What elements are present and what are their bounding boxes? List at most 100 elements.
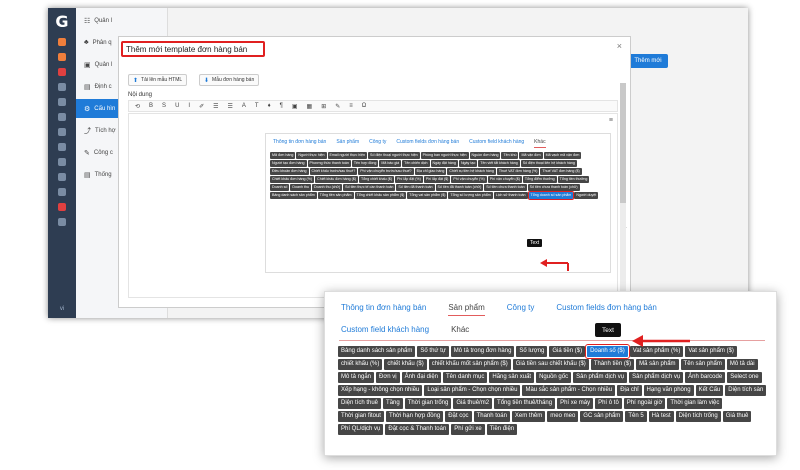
field-tag[interactable]: Sản phẩm dịch vụ <box>573 372 628 383</box>
toolbar-button[interactable]: I <box>188 103 190 109</box>
field-tag[interactable]: Thời hạn hợp đồng <box>385 411 444 422</box>
scrollbar[interactable] <box>620 83 626 299</box>
upload-html-button[interactable]: ⬆ Tải lên mẫu HTML <box>128 74 188 86</box>
field-tag[interactable]: Chiết khấu đơn hàng ($) <box>315 176 359 183</box>
toolbar-button[interactable]: ♦ <box>268 103 271 109</box>
field-tag[interactable]: Mã sản phẩm <box>636 359 679 370</box>
toolbar-button[interactable]: ✎ <box>335 103 340 110</box>
sample-template-button[interactable]: ⬇ Mẫu đơn hàng bán <box>199 74 260 86</box>
field-tag[interactable]: Tổng chiết khấu sản phẩm ($) <box>354 192 407 199</box>
field-tag[interactable]: Tổng chiết khấu ($) <box>359 176 395 183</box>
field-tag[interactable]: Doanh thu (chữ) <box>311 184 343 191</box>
toolbar-button[interactable]: ✐ <box>199 103 204 110</box>
popup-tab[interactable]: Công ty <box>369 139 386 148</box>
field-tag[interactable]: Địa chỉ <box>617 385 642 396</box>
rail-icon[interactable] <box>58 53 66 61</box>
popup-tab[interactable]: Thông tin đơn hàng bán <box>273 139 326 148</box>
field-tag[interactable]: Đặt cọc & Thanh toán <box>385 424 450 435</box>
field-tag[interactable]: Phí gửi xe <box>451 424 485 435</box>
field-tag[interactable]: Giá tiền ($) <box>549 346 586 357</box>
toolbar-button[interactable]: ▦ <box>307 103 313 110</box>
field-tag[interactable]: Doanh số <box>270 184 290 191</box>
field-tag[interactable]: Mã đơn hàng <box>270 152 296 159</box>
rail-icon[interactable] <box>58 38 66 46</box>
field-tag[interactable]: Ngày tạo <box>458 160 478 167</box>
rail-icon[interactable] <box>58 173 66 181</box>
toolbar-button[interactable]: T <box>255 103 259 109</box>
field-tag[interactable]: Tên 5 <box>625 411 647 422</box>
field-tag[interactable]: Đơn vị <box>376 372 400 383</box>
field-tag[interactable]: Số tiền đã thanh toán (chữ) <box>435 184 484 191</box>
rail-icon[interactable] <box>58 98 66 106</box>
field-tag[interactable]: Vat sản phẩm ($) <box>685 346 737 357</box>
rail-icon[interactable] <box>58 188 66 196</box>
field-tag[interactable]: Thời gian làm việc <box>667 398 723 409</box>
field-tag[interactable]: Số tiền đã thanh toán <box>396 184 435 191</box>
field-tag[interactable]: Tên sản phẩm <box>680 359 725 370</box>
field-tag[interactable]: Người tạo đơn hàng <box>270 160 307 167</box>
field-tag[interactable]: Số lượng <box>516 346 548 357</box>
field-tag[interactable]: Màu sắc sản phẩm - Chọn nhiều <box>522 385 616 396</box>
field-tag[interactable]: Người duyệt <box>574 192 599 199</box>
rail-icon[interactable] <box>58 203 66 211</box>
rail-icon[interactable] <box>58 158 66 166</box>
popup-tab[interactable]: Khác <box>534 139 546 148</box>
toolbar-button[interactable]: ⟲ <box>135 103 140 110</box>
field-tag[interactable]: Tầng <box>383 398 403 409</box>
field-tag[interactable]: Mô tả dài <box>726 359 758 370</box>
toolbar-button[interactable]: Ω <box>362 103 367 109</box>
popup-tab[interactable]: Khác <box>451 325 469 337</box>
field-tag[interactable]: chiết khấu mốt sản phẩm ($) <box>428 359 511 370</box>
field-tag[interactable]: Mã vận đơn <box>519 152 543 159</box>
rail-icon[interactable] <box>58 218 66 226</box>
popup-tab[interactable]: Thông tin đơn hàng bán <box>341 303 426 316</box>
field-tag[interactable]: Số tiền chưa thanh toán <box>484 184 527 191</box>
field-tag[interactable]: Hạng văn phòng <box>643 385 694 396</box>
field-tag[interactable]: Diện tích thuê <box>338 398 382 409</box>
field-tag[interactable]: Phí lắp đặt ($) <box>423 176 451 183</box>
field-tag[interactable]: Giá thuê/m2 <box>453 398 493 409</box>
field-tag[interactable]: Hà test <box>648 411 674 422</box>
popup-tab[interactable]: Sản phẩm <box>336 139 359 148</box>
field-tag[interactable]: Email người thực hiện <box>327 152 368 159</box>
field-tag[interactable]: Select one <box>727 372 762 383</box>
popup-tab[interactable]: Custom fields đơn hàng bán <box>556 303 656 316</box>
field-tag[interactable]: Mã vạch mã vận đơn <box>543 152 582 159</box>
field-tag[interactable]: Số điện thoại người thực hiện <box>368 152 420 159</box>
field-tag[interactable]: Số tiền chưa thanh toán (chữ) <box>527 184 580 191</box>
field-tag[interactable]: Tổng điểm thưởng <box>522 176 557 183</box>
field-tag[interactable]: Thời gian fitout <box>338 411 384 422</box>
field-tag[interactable]: Ảnh barcode <box>685 372 726 383</box>
field-tag[interactable]: Tên chiến dịch <box>402 160 430 167</box>
menu-icon[interactable]: ≡ <box>609 117 613 124</box>
field-tag[interactable]: Sản phẩm dịch vụ <box>629 372 684 383</box>
field-tag[interactable]: Loại sản phẩm - Chọn chọn nhiều <box>424 385 521 396</box>
field-tag[interactable]: Phí xe máy <box>557 398 594 409</box>
field-tag[interactable]: Tổng doanh số sản phẩm <box>527 191 575 200</box>
field-tag[interactable]: Tên khú <box>501 152 519 159</box>
rail-icon[interactable] <box>58 113 66 121</box>
rail-icon[interactable] <box>58 83 66 91</box>
field-tag[interactable]: Phương thức thanh toán <box>307 160 351 167</box>
field-tag[interactable]: Địa chỉ giao hàng <box>414 168 447 175</box>
field-tag[interactable]: Số thứ tự <box>417 346 449 357</box>
field-tag[interactable]: Mô tả trong đơn hàng <box>450 346 515 357</box>
field-tag[interactable]: Phí vận chuyển (%) <box>451 176 487 183</box>
popup-tab[interactable]: Công ty <box>507 303 535 316</box>
field-tag[interactable]: Mô tả ngắn <box>338 372 375 383</box>
field-tag[interactable]: Tiền điện <box>486 424 518 435</box>
field-tag[interactable]: Tổng tiền thưởng <box>557 176 590 183</box>
toolbar-button[interactable]: B <box>149 103 153 109</box>
toolbar-button[interactable]: ☰ <box>213 103 218 110</box>
toolbar-button[interactable]: ¶ <box>280 103 283 109</box>
toolbar-button[interactable]: ⊞ <box>321 103 326 110</box>
field-tag[interactable]: Ngày đặt hàng <box>430 160 458 167</box>
popup-tab[interactable]: Custom field khách hàng <box>341 325 429 337</box>
rail-icon[interactable] <box>58 143 66 151</box>
field-tag[interactable]: Tổng tiền sản phẩm <box>317 192 354 199</box>
field-tag[interactable]: meo meo <box>547 411 579 422</box>
field-tag[interactable]: Tổng vat sản phẩm ($) <box>407 192 448 199</box>
field-tag[interactable]: Chiết khấu đơn hàng (%) <box>270 176 315 183</box>
field-tag[interactable]: Ảnh đại diện <box>401 372 442 383</box>
field-tag[interactable]: Thuế VAT đơn hàng (%) <box>496 168 540 175</box>
